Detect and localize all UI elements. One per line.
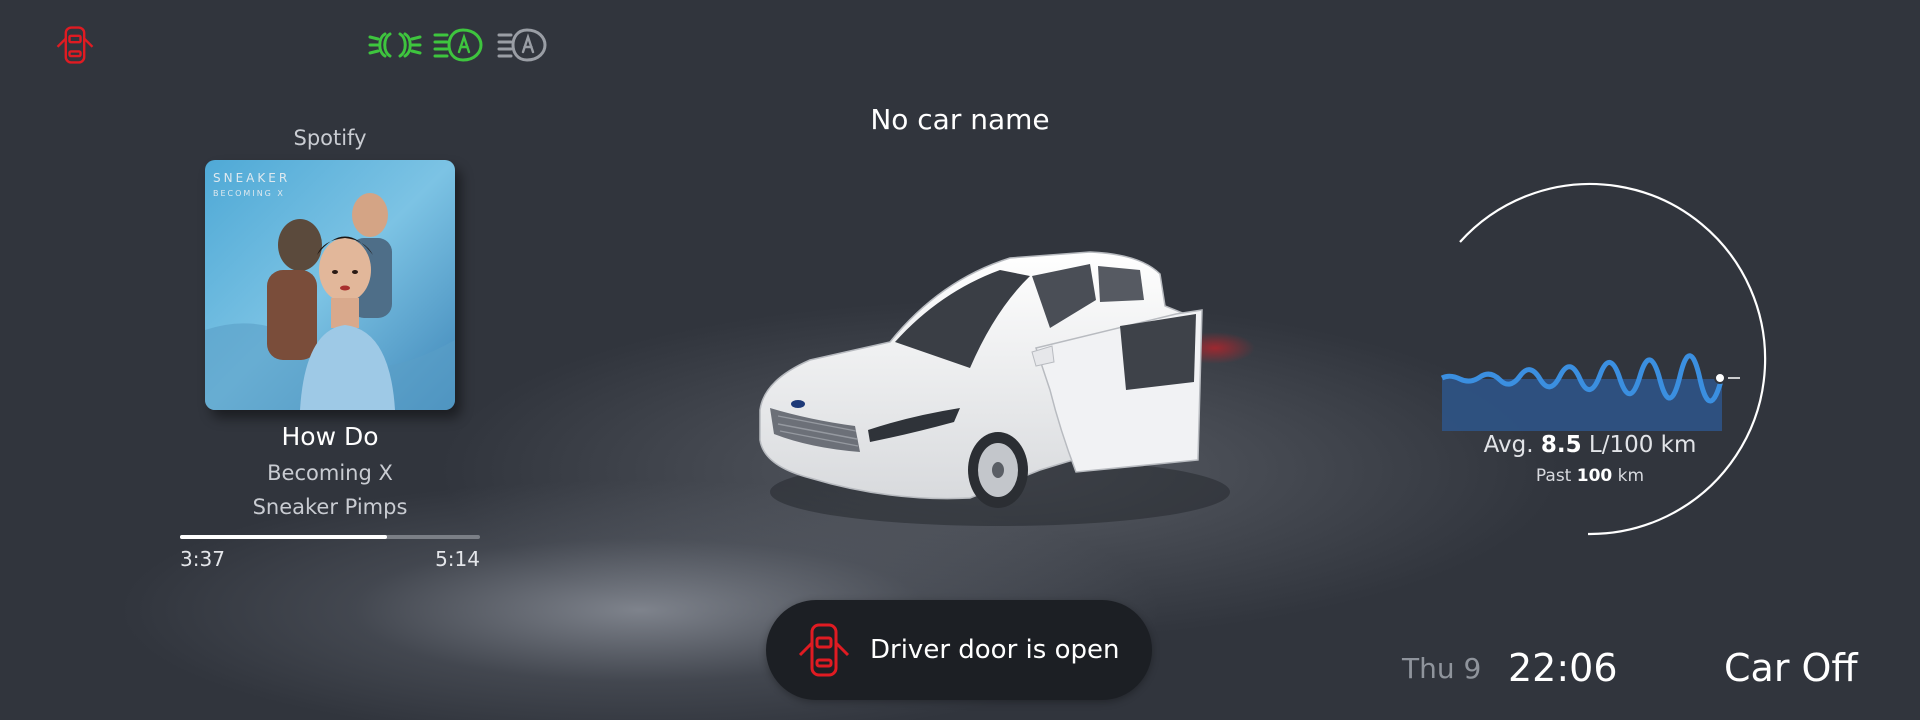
track-progress-fill [180, 535, 387, 539]
car-state-label: Car Off [1724, 646, 1858, 690]
track-artist: Sneaker Pimps [252, 495, 408, 519]
door-open-icon [796, 619, 852, 681]
track-duration: 5:14 [435, 547, 480, 571]
door-open-icon [50, 22, 100, 68]
efficiency-range: Past 100 km [1535, 466, 1645, 486]
date-label: Thu 9 [1402, 652, 1482, 685]
efficiency-widget[interactable]: Avg. 8.5 L/100 km Past 100 km [1420, 176, 1780, 546]
media-player[interactable]: Spotify SNEAKER BECOMING X How Do Becomi… [170, 126, 490, 571]
auto-headlights-icon [497, 22, 547, 68]
album-art[interactable]: SNEAKER BECOMING X [205, 160, 455, 410]
track-title: How Do [281, 422, 379, 451]
efficiency-average: Avg. 8.5 L/100 km [1483, 432, 1697, 458]
track-elapsed: 3:37 [180, 547, 225, 571]
track-progress-bar[interactable] [180, 535, 480, 539]
efficiency-range-value: 100 [1576, 466, 1613, 486]
track-album: Becoming X [267, 461, 393, 485]
album-art-text-1: SNEAKER [213, 171, 290, 185]
album-art-text-2: BECOMING X [213, 189, 285, 198]
time-label: 22:06 [1508, 646, 1618, 690]
car-render[interactable] [740, 230, 1260, 550]
efficiency-average-value: 8.5 [1540, 432, 1582, 458]
dashboard-screen: Spotify SNEAKER BECOMING X How Do Becomi… [0, 0, 1920, 720]
auto-high-beam-icon [433, 22, 483, 68]
alert-message: Driver door is open [870, 635, 1120, 665]
car-name: No car name [870, 103, 1050, 136]
media-source: Spotify [293, 126, 367, 150]
door-open-alert[interactable]: Driver door is open [766, 600, 1152, 700]
headlights-icon [368, 22, 422, 68]
